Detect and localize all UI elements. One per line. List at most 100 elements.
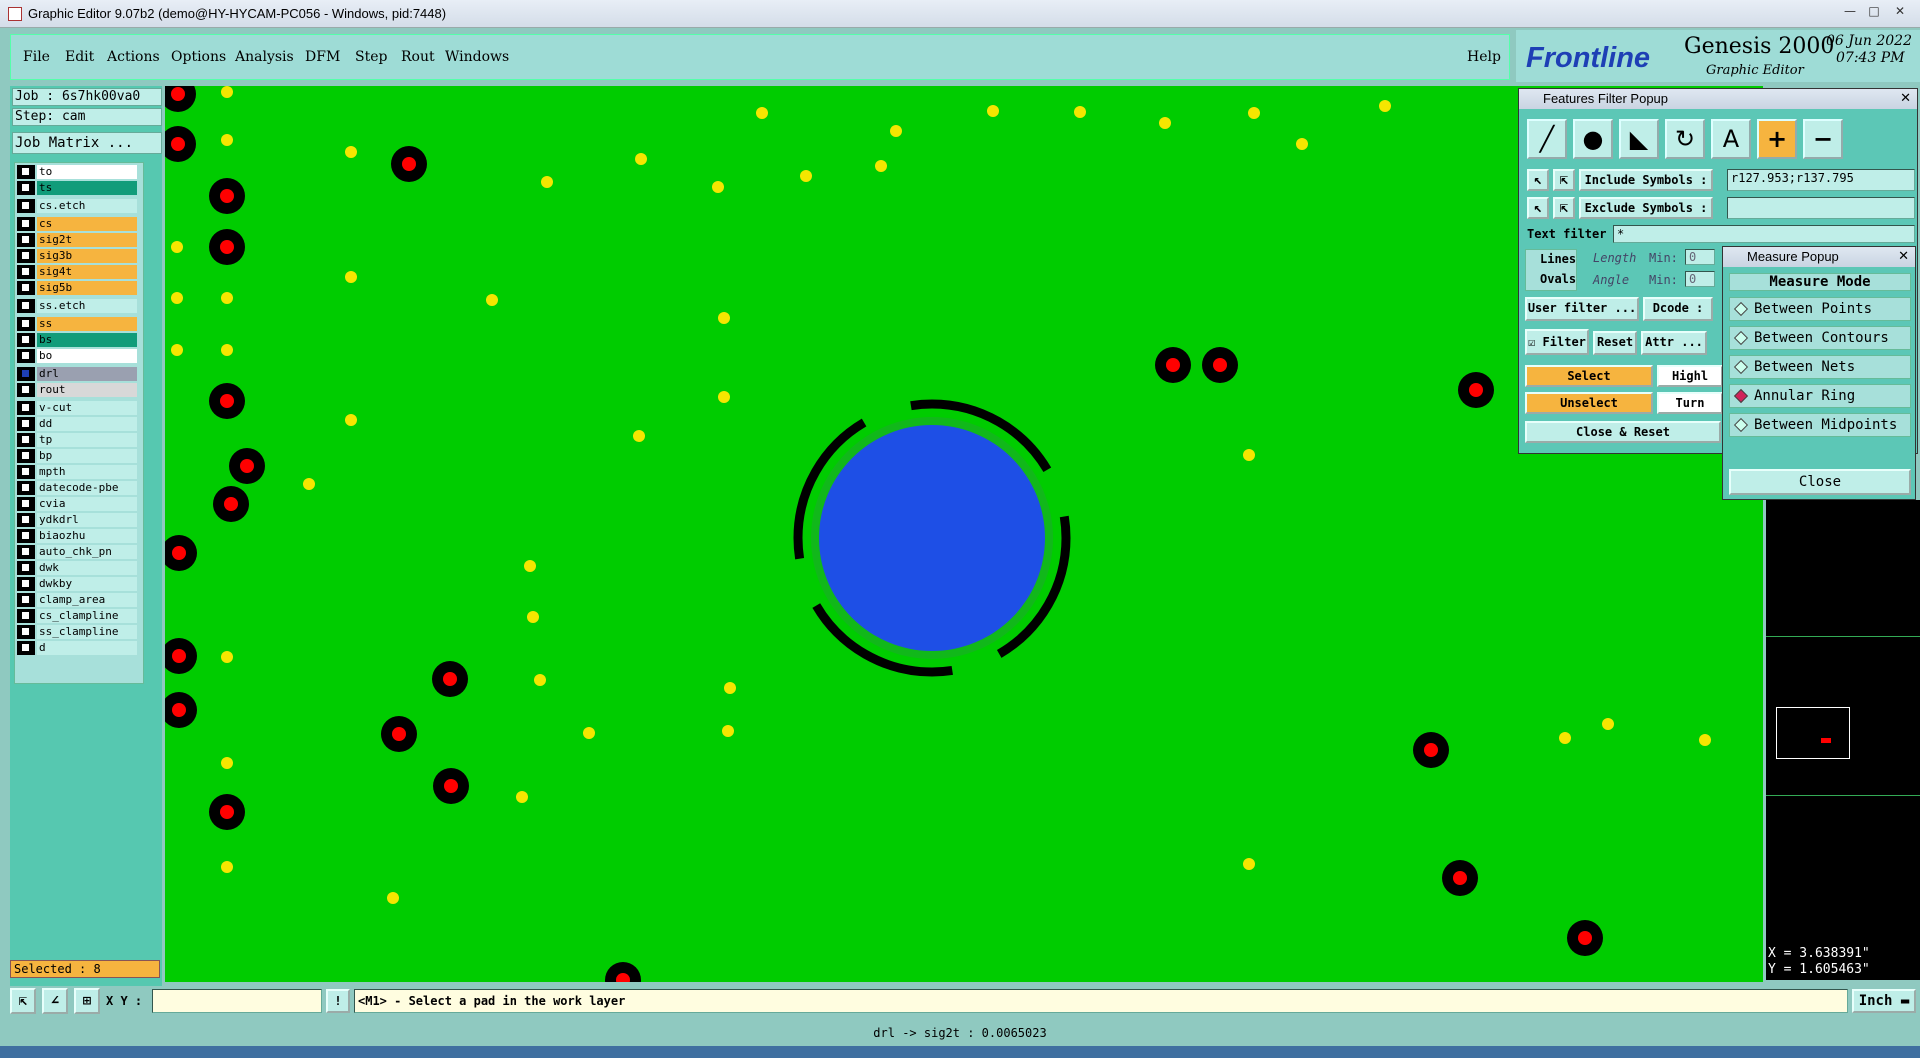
layer-name[interactable]: cs.etch [37,199,137,213]
drill-hole[interactable] [240,459,254,473]
layer-name[interactable]: auto_chk_pn [37,545,137,559]
attr-button[interactable]: Attr ... [1641,331,1707,355]
layer-checkbox[interactable] [21,267,30,276]
drill-hole[interactable] [1469,383,1483,397]
drill-hole[interactable] [172,546,186,560]
drill-hole[interactable] [392,727,406,741]
angle-min-input[interactable]: 0 [1685,271,1715,287]
units-dropdown[interactable]: Inch ▬ [1852,989,1916,1013]
menu-actions[interactable]: Actions [107,49,160,65]
layer-checkbox[interactable] [21,483,30,492]
layer-name[interactable]: ss_clampline [37,625,137,639]
unselect-button[interactable]: Unselect [1525,392,1653,414]
via-pad[interactable] [1379,100,1391,112]
layer-checkbox[interactable] [21,167,30,176]
layer-row-biaozhu[interactable]: biaozhu [17,529,137,543]
close-reset-button[interactable]: Close & Reset [1525,421,1721,443]
layer-name[interactable]: ts [37,181,137,195]
via-pad[interactable] [1243,858,1255,870]
via-pad[interactable] [541,176,553,188]
layer-checkbox[interactable] [21,563,30,572]
menu-rout[interactable]: Rout [401,49,435,65]
layer-row-tp[interactable]: tp [17,433,137,447]
via-pad[interactable] [221,292,233,304]
drill-hole[interactable] [444,779,458,793]
via-pad[interactable] [1602,718,1614,730]
layer-name[interactable]: bp [37,449,137,463]
via-pad[interactable] [1296,138,1308,150]
via-pad[interactable] [345,414,357,426]
drill-hole[interactable] [220,240,234,254]
via-pad[interactable] [387,892,399,904]
highlight-option[interactable]: Highl [1657,365,1723,387]
measure-close-button[interactable]: Close [1729,469,1911,495]
menu-file[interactable]: File [23,49,50,65]
via-pad[interactable] [221,651,233,663]
menu-analysis[interactable]: Analysis [235,49,294,65]
layer-name[interactable]: sig4t [37,265,137,279]
via-pad[interactable] [800,170,812,182]
via-pad[interactable] [1074,106,1086,118]
layer-row-ydkdrl[interactable]: ydkdrl [17,513,137,527]
filter-toggle[interactable]: ☑ Filter [1525,329,1589,355]
target-hole[interactable] [819,425,1045,651]
layer-row-sig5b[interactable]: sig5b [17,281,137,295]
drill-hole[interactable] [172,649,186,663]
layer-row-v-cut[interactable]: v-cut [17,401,137,415]
drill-hole[interactable] [1213,358,1227,372]
layer-row-to[interactable]: to [17,165,137,179]
xy-input[interactable] [152,989,322,1013]
layer-row-d[interactable]: d [17,641,137,655]
via-pad[interactable] [486,294,498,306]
dcode-button[interactable]: Dcode : [1643,297,1713,321]
layer-name[interactable]: tp [37,433,137,447]
exclude-symbols-input[interactable] [1727,197,1915,219]
via-pad[interactable] [583,727,595,739]
drill-hole[interactable] [172,703,186,717]
measure-mode-option[interactable]: Between Points [1729,297,1911,321]
layer-name[interactable]: clamp_area [37,593,137,607]
menu-edit[interactable]: Edit [65,49,94,65]
layer-checkbox[interactable] [21,611,30,620]
negative-polarity-icon[interactable]: − [1803,119,1843,159]
via-pad[interactable] [712,181,724,193]
drill-hole[interactable] [1424,743,1438,757]
menu-step[interactable]: Step [355,49,387,65]
via-pad[interactable] [1159,117,1171,129]
ovals-checkbox-label[interactable]: Ovals [1540,272,1576,286]
layer-name[interactable]: sig2t [37,233,137,247]
layer-checkbox[interactable] [21,351,30,360]
via-pad[interactable] [345,271,357,283]
layer-row-cs_clampline[interactable]: cs_clampline [17,609,137,623]
layer-checkbox[interactable] [21,201,30,210]
close-icon[interactable]: ✕ [1898,247,1909,267]
layer-name[interactable]: sig3b [37,249,137,263]
layer-checkbox[interactable] [21,385,30,394]
layer-row-ts[interactable]: ts [17,181,137,195]
layer-row-ss[interactable]: ss [17,317,137,331]
exclamation-icon[interactable]: ! [326,989,350,1013]
layer-checkbox[interactable] [21,467,30,476]
via-pad[interactable] [221,86,233,98]
overview-map[interactable] [1766,636,1920,796]
via-pad[interactable] [516,791,528,803]
close-window-button[interactable]: ✕ [1888,3,1912,19]
pad-tool-icon[interactable]: ● [1573,119,1613,159]
layer-name[interactable]: ss [37,317,137,331]
drill-hole[interactable] [443,672,457,686]
layer-name[interactable]: sig5b [37,281,137,295]
layer-checkbox[interactable] [21,219,30,228]
via-pad[interactable] [524,560,536,572]
via-pad[interactable] [1243,449,1255,461]
layer-row-sig2t[interactable]: sig2t [17,233,137,247]
layer-name[interactable]: ydkdrl [37,513,137,527]
drill-hole[interactable] [171,137,185,151]
length-min-input[interactable]: 0 [1685,249,1715,265]
layer-row-cs[interactable]: cs [17,217,137,231]
drill-hole[interactable] [1453,871,1467,885]
layer-row-sig3b[interactable]: sig3b [17,249,137,263]
positive-polarity-icon[interactable]: + [1757,119,1797,159]
layer-name[interactable]: cs [37,217,137,231]
drill-hole[interactable] [402,157,416,171]
include-arrow-icon[interactable]: ↖ [1527,169,1549,191]
